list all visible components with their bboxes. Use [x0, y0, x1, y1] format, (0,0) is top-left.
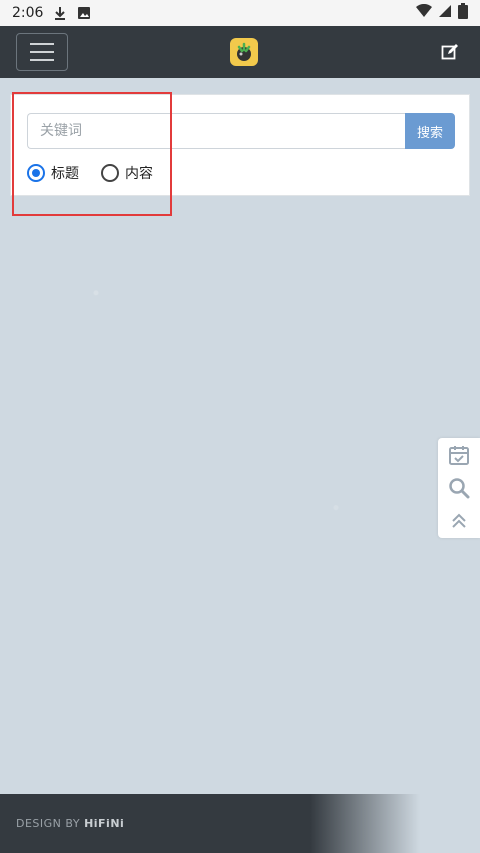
signal-icon: [438, 4, 452, 22]
edit-button[interactable]: [436, 38, 464, 66]
app-logo-icon[interactable]: [230, 38, 258, 66]
wifi-icon: [416, 3, 432, 22]
footer-prefix: DESIGN BY: [16, 817, 85, 830]
top-navbar: [0, 26, 480, 78]
search-button[interactable]: 搜索: [405, 113, 455, 149]
footer-credit: DESIGN BY HiFiNi: [16, 817, 124, 830]
photo-icon: [77, 6, 91, 20]
hamburger-line: [30, 59, 54, 61]
calendar-check-button[interactable]: [445, 441, 473, 469]
footer: DESIGN BY HiFiNi: [0, 794, 480, 853]
search-tool-button[interactable]: [445, 474, 473, 502]
footer-brand: HiFiNi: [84, 817, 125, 830]
edit-icon: [441, 44, 458, 60]
search-icon: [449, 478, 470, 499]
hamburger-line: [30, 43, 54, 45]
status-time: 2:06: [12, 5, 44, 21]
side-toolbar: [438, 438, 480, 538]
menu-button[interactable]: [16, 33, 68, 71]
chevron-double-up-icon: [452, 513, 466, 529]
calendar-check-icon: [449, 445, 469, 465]
highlight-annotation-box: [12, 92, 172, 216]
hamburger-line: [30, 51, 54, 53]
download-icon: [53, 6, 67, 20]
status-bar: 2:06: [0, 0, 480, 26]
battery-icon: [458, 3, 468, 23]
scroll-top-button[interactable]: [445, 507, 473, 535]
